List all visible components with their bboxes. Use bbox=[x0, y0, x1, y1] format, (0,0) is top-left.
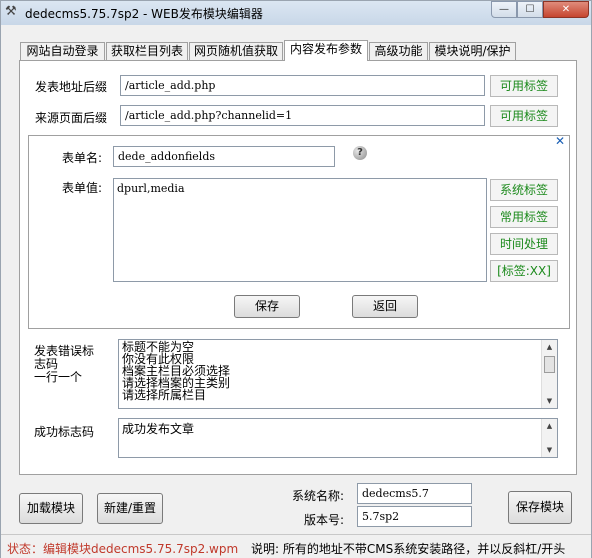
help-icon[interactable]: ? bbox=[353, 146, 367, 160]
form-name-input[interactable]: dede_addonfields bbox=[113, 146, 335, 167]
error-code-line: 请选择所属栏目 bbox=[122, 388, 207, 402]
error-codes-scrollbar[interactable]: ▲ ▼ bbox=[541, 340, 557, 408]
version-input[interactable]: 5.7sp2 bbox=[357, 506, 472, 527]
status-note: 说明: 所有的地址不带CMS系统安装路径，并以反斜杠/开头 bbox=[251, 542, 566, 556]
success-codes-scrollbar[interactable]: ▲ ▼ bbox=[541, 419, 557, 457]
success-codes-label: 成功标志码 bbox=[34, 425, 95, 439]
load-module-button[interactable]: 加载模块 bbox=[19, 493, 83, 524]
tab-publish-params[interactable]: 内容发布参数 bbox=[284, 40, 368, 61]
tab-auto-login[interactable]: 网站自动登录 bbox=[20, 42, 105, 60]
tag-xx-button[interactable]: [标签:XX] bbox=[490, 260, 558, 282]
scroll-down-arrow-icon[interactable]: ▼ bbox=[542, 443, 557, 457]
form-back-button[interactable]: 返回 bbox=[352, 295, 418, 318]
form-value-text: dpurl,media bbox=[117, 182, 185, 195]
error-codes-label-line3: 一行一个 bbox=[34, 370, 83, 384]
form-name-label: 表单名: bbox=[62, 151, 103, 165]
status-bar: 状态：编辑模块dedecms5.75.7sp2.wpm 说明: 所有的地址不带C… bbox=[1, 534, 591, 558]
tab-module-info[interactable]: 模块说明/保护 bbox=[429, 42, 516, 60]
source-suffix-input[interactable]: /article_add.php?channelid=1 bbox=[120, 105, 485, 126]
form-value-label: 表单值: bbox=[62, 181, 103, 195]
tab-category-list[interactable]: 获取栏目列表 bbox=[106, 42, 188, 60]
form-value-textarea[interactable]: dpurl,media bbox=[113, 178, 487, 282]
success-code-line: 成功发布文章 bbox=[122, 422, 195, 436]
source-suffix-label: 来源页面后缀 bbox=[35, 111, 108, 125]
success-codes-textarea[interactable]: 成功发布文章 ▲ ▼ bbox=[118, 418, 558, 458]
scroll-up-arrow-icon[interactable]: ▲ bbox=[542, 419, 557, 433]
window-title: dedecms5.75.7sp2 - WEB发布模块编辑器 bbox=[25, 7, 263, 21]
tools-icon: ⚒ bbox=[5, 4, 17, 19]
title-bar[interactable]: ⚒ dedecms5.75.7sp2 - WEB发布模块编辑器 — ☐ ✕ bbox=[1, 1, 591, 25]
url-suffix-input[interactable]: /article_add.php bbox=[120, 75, 485, 96]
system-name-label: 系统名称: bbox=[292, 489, 345, 503]
close-panel-icon[interactable]: ✕ bbox=[555, 134, 565, 148]
tab-random-value[interactable]: 网页随机值获取 bbox=[189, 42, 283, 60]
new-reset-button[interactable]: 新建/重置 bbox=[97, 493, 163, 524]
close-window-button[interactable]: ✕ bbox=[543, 1, 589, 18]
minimize-button[interactable]: — bbox=[491, 1, 517, 18]
version-label: 版本号: bbox=[304, 513, 345, 527]
scroll-down-arrow-icon[interactable]: ▼ bbox=[542, 394, 557, 408]
tab-advanced[interactable]: 高级功能 bbox=[369, 42, 428, 60]
available-tags-button[interactable]: 可用标签 bbox=[490, 75, 558, 97]
error-codes-list: 标题不能为空 你没有此权限 档案主栏目必须选择 请选择档案的主类别 请选择所属栏… bbox=[119, 340, 557, 402]
maximize-button[interactable]: ☐ bbox=[517, 1, 543, 18]
system-tags-button[interactable]: 系统标签 bbox=[490, 179, 558, 201]
scroll-thumb[interactable] bbox=[544, 356, 555, 373]
time-process-button[interactable]: 时间处理 bbox=[490, 233, 558, 255]
system-name-input[interactable]: dedecms5.7 bbox=[357, 483, 472, 504]
app-window: ⚒ dedecms5.75.7sp2 - WEB发布模块编辑器 — ☐ ✕ 网站… bbox=[0, 0, 592, 558]
url-suffix-label: 发表地址后缀 bbox=[35, 80, 108, 94]
status-text: 状态：编辑模块dedecms5.75.7sp2.wpm bbox=[7, 542, 239, 556]
scroll-up-arrow-icon[interactable]: ▲ bbox=[542, 340, 557, 354]
form-save-button[interactable]: 保存 bbox=[234, 295, 300, 318]
error-codes-textarea[interactable]: 标题不能为空 你没有此权限 档案主栏目必须选择 请选择档案的主类别 请选择所属栏… bbox=[118, 339, 558, 409]
common-tags-button[interactable]: 常用标签 bbox=[490, 206, 558, 228]
save-module-button[interactable]: 保存模块 bbox=[508, 491, 572, 524]
available-tags-button-2[interactable]: 可用标签 bbox=[490, 105, 558, 127]
